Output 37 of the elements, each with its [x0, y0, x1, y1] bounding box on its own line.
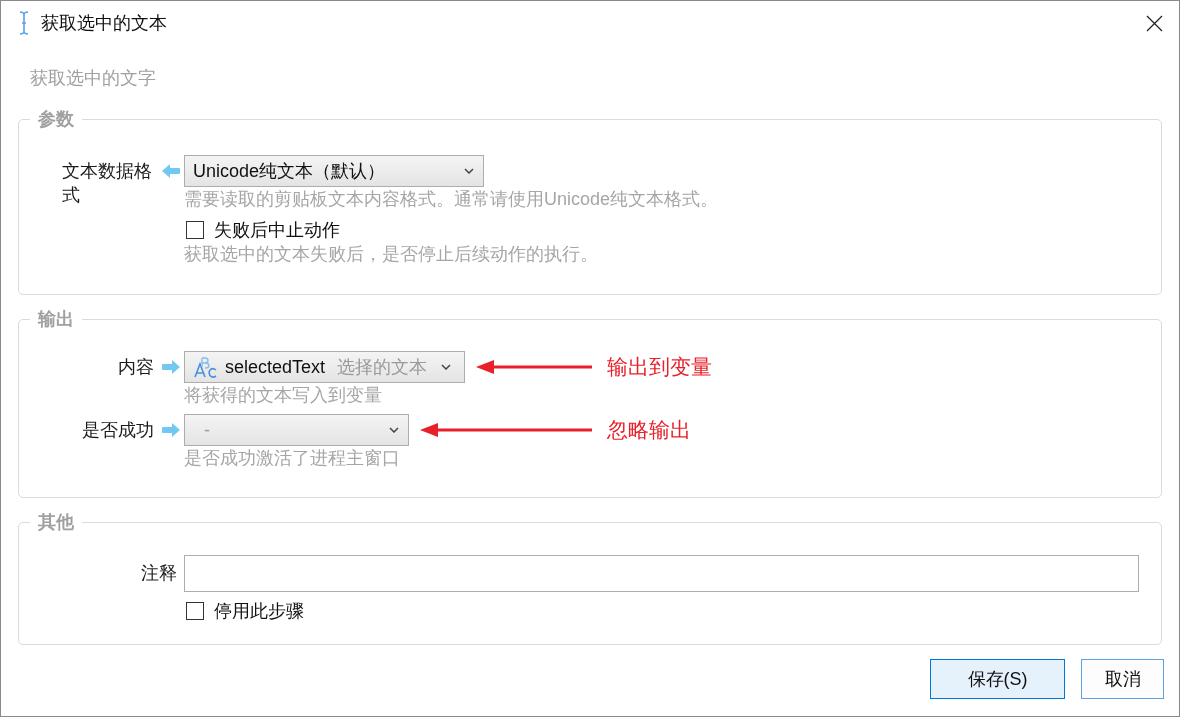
right-arrow-icon — [162, 360, 180, 374]
checkbox[interactable] — [186, 602, 204, 620]
hint-text: 是否成功激活了进程主窗口 — [184, 447, 400, 470]
annotation-arrow-icon — [476, 359, 592, 375]
close-button[interactable] — [1146, 14, 1163, 32]
cancel-button[interactable]: 取消 — [1081, 659, 1164, 699]
description-text: 获取选中的文字 — [30, 67, 156, 90]
variable-icon — [193, 355, 217, 379]
checkbox-label[interactable]: 停用此步骤 — [214, 599, 304, 623]
close-icon — [1146, 14, 1163, 32]
variable-note: 选择的文本 — [337, 355, 428, 379]
annotation-arrow-icon — [420, 422, 592, 438]
variable-dropdown[interactable]: selectedText 选择的文本 — [184, 351, 466, 383]
right-arrow-icon — [162, 423, 180, 437]
checkbox[interactable] — [186, 221, 204, 239]
chevron-down-icon — [441, 364, 452, 370]
field-label: 文本数据格式 — [62, 160, 153, 207]
chevron-down-icon — [464, 168, 474, 174]
field-label: 内容 — [118, 356, 154, 379]
window-title: 获取选中的文本 — [41, 12, 167, 35]
field-label: 注释 — [141, 562, 177, 585]
hint-text: 需要读取的剪贴板文本内容格式。通常请使用Unicode纯文本格式。 — [184, 188, 719, 211]
comment-field[interactable] — [184, 555, 1139, 592]
chevron-down-icon — [389, 427, 399, 433]
hint-text: 将获得的文本写入到变量 — [184, 384, 382, 407]
hint-text: 获取选中的文本失败后，是否停止后续动作的执行。 — [184, 243, 598, 266]
field-label: 是否成功 — [82, 419, 154, 442]
group-title: 其他 — [30, 510, 82, 534]
annotation-text: 忽略输出 — [607, 417, 691, 443]
text-cursor-icon — [19, 11, 29, 35]
left-arrow-icon — [162, 164, 180, 178]
save-button[interactable]: 保存(S) — [930, 659, 1065, 699]
group-title: 输出 — [30, 307, 82, 331]
group-title: 参数 — [30, 107, 82, 131]
dropdown[interactable]: Unicode纯文本（默认） — [184, 155, 484, 187]
checkbox-label[interactable]: 失败后中止动作 — [214, 218, 340, 242]
annotation-text: 输出到变量 — [607, 354, 712, 380]
